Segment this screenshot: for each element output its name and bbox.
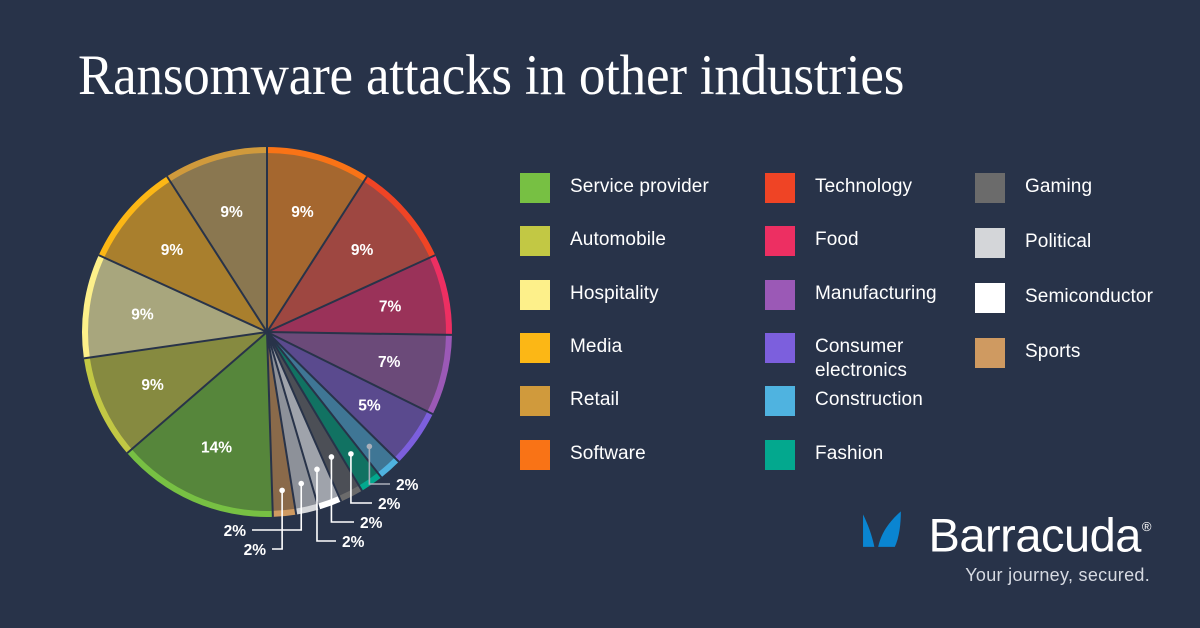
legend-swatch-icon	[975, 338, 1005, 368]
legend-item-consumer-electronics[interactable]: Consumer electronics	[765, 332, 975, 385]
legend-item-automobile[interactable]: Automobile	[520, 225, 765, 278]
legend-swatch-icon	[520, 226, 550, 257]
callout-anchor-dot	[348, 451, 354, 457]
pie-slice-value-construction: 2%	[396, 477, 419, 494]
barracuda-fin-icon	[863, 511, 901, 547]
pie-slice-value-media: 9%	[161, 242, 184, 259]
legend-swatch-icon	[765, 226, 795, 257]
legend-item-food[interactable]: Food	[765, 225, 975, 278]
legend-swatch-icon	[765, 279, 795, 310]
legend-item-construction[interactable]: Construction	[765, 385, 975, 438]
pie-slice-value-food: 7%	[379, 299, 402, 316]
legend-item-label: Technology	[815, 176, 913, 197]
logo-wordmark-text: Barracuda	[928, 509, 1142, 562]
legend-item-political[interactable]: Political	[975, 227, 1180, 282]
legend-item-label: Service provider	[570, 176, 709, 197]
legend-swatch-icon	[520, 173, 550, 203]
callout-anchor-dot	[279, 487, 285, 494]
legend-item-label: Software	[570, 442, 646, 464]
legend-item-label: Sports	[1025, 341, 1081, 362]
legend-item-manufacturing[interactable]: Manufacturing	[765, 279, 975, 332]
legend-item-retail[interactable]: Retail	[520, 385, 765, 438]
legend-item-label: Retail	[570, 389, 620, 411]
pie-slice-value-hospitality: 9%	[131, 307, 154, 324]
legend-swatch-icon	[765, 332, 795, 363]
legend-item-sports[interactable]: Sports	[975, 337, 1180, 392]
legend-swatch-icon	[520, 279, 550, 310]
legend-swatch-icon	[765, 173, 795, 203]
pie-chart-svg: 9% 9% 7% 7% 5% 14% 9% 9% 9% 9% 2% 2% 2% 2% 2% 2%	[81, 147, 452, 559]
legend-column-2: Technology Food Manufacturing Consumer elec…	[765, 172, 975, 492]
pie-slice-value-technology: 9%	[351, 242, 374, 259]
legend-swatch-icon	[765, 439, 795, 470]
pie-slice-value-political: 2%	[224, 523, 247, 540]
legend-item-label: Media	[570, 335, 623, 357]
legend-item-label: Automobile	[570, 229, 667, 251]
legend-item-label: Hospitality	[570, 282, 659, 304]
pie-chart: 9% 9% 7% 7% 5% 14% 9% 9% 9% 9% 2% 2% 2% 2% 2% 2%	[0, 0, 560, 628]
pie-slice-value-automobile: 9%	[141, 377, 164, 394]
pie-slice-value-gaming: 2%	[360, 515, 383, 532]
callout-anchor-dot	[366, 443, 373, 450]
logo-lockup: Barracuda®	[860, 503, 1152, 562]
logo-tagline: Your journey, secured.	[965, 565, 1150, 585]
legend-item-label: Gaming	[1025, 176, 1093, 197]
legend-item-label: Consumer electronics	[815, 335, 907, 381]
legend-item-semiconductor[interactable]: Semiconductor	[975, 282, 1180, 337]
legend-item-media[interactable]: Media	[520, 332, 765, 385]
pie-slice-value-fashion: 2%	[378, 496, 401, 513]
callout-anchor-dot	[314, 466, 320, 473]
pie-slice-value-semiconductor: 2%	[342, 534, 365, 551]
pie-slice-value-sports: 2%	[244, 542, 267, 559]
legend-item-label: Food	[815, 229, 859, 251]
callout-anchor-dot	[298, 480, 305, 487]
pie-slice-value-consumer-electronics: 5%	[358, 397, 381, 414]
callout-anchor-dot	[328, 454, 335, 460]
legend-swatch-icon	[975, 173, 1005, 203]
pie-slice-value-retail: 9%	[220, 204, 243, 221]
legend-column-3: Gaming Political Semiconductor Sports	[975, 172, 1180, 492]
legend-item-label: Construction	[815, 389, 923, 411]
legend-column-1: Service provider Automobile Hospitality Med…	[520, 172, 765, 492]
legend-swatch-icon	[520, 386, 550, 417]
legend-item-hospitality[interactable]: Hospitality	[520, 279, 765, 332]
legend-item-service-provider[interactable]: Service provider	[520, 172, 765, 225]
legend-item-gaming[interactable]: Gaming	[975, 172, 1180, 227]
infographic-canvas: Ransomware attacks in other industries 9…	[0, 0, 1200, 628]
pie-slice-value-software: 9%	[291, 204, 314, 221]
legend-swatch-icon	[975, 228, 1005, 258]
legend-item-software[interactable]: Software	[520, 439, 765, 492]
legend-item-label: Fashion	[815, 442, 884, 464]
pie-slice-value-manufacturing: 7%	[378, 354, 401, 371]
legend-swatch-icon	[520, 439, 550, 470]
logo-wordmark: Barracuda®	[928, 507, 1152, 562]
chart-legend: Service provider Automobile Hospitality Med…	[520, 172, 1180, 492]
registered-trademark-icon: ®	[1141, 519, 1152, 535]
legend-swatch-icon	[765, 386, 795, 417]
pie-slice-value-service-provider: 14%	[201, 440, 232, 457]
barracuda-logo: Barracuda® Your journey, secured.	[860, 503, 1152, 591]
legend-item-label: Semiconductor	[1025, 286, 1154, 307]
legend-item-label: Manufacturing	[815, 282, 937, 304]
legend-swatch-icon	[975, 283, 1005, 313]
legend-swatch-icon	[520, 332, 550, 363]
legend-item-technology[interactable]: Technology	[765, 172, 975, 225]
legend-item-label: Political	[1025, 231, 1092, 252]
legend-item-fashion[interactable]: Fashion	[765, 439, 975, 492]
